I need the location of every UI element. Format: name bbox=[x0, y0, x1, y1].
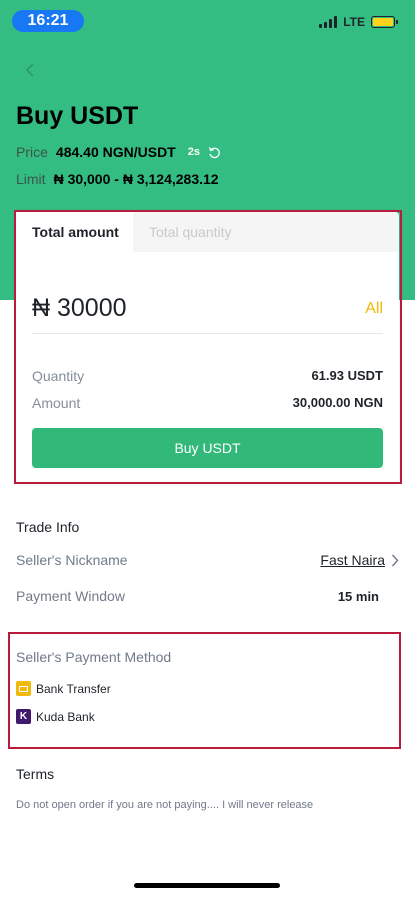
seller-nickname-row: Seller's Nickname Fast Naira bbox=[16, 552, 399, 568]
back-button[interactable] bbox=[18, 58, 42, 82]
order-card: Total amount Total quantity ₦ 30000 All … bbox=[16, 212, 399, 482]
payment-method-title: Seller's Payment Method bbox=[16, 649, 172, 665]
amount-row: Amount 30,000.00 NGN bbox=[32, 395, 383, 411]
chevron-right-icon bbox=[391, 554, 399, 566]
home-indicator[interactable] bbox=[134, 883, 280, 888]
terms-text: Do not open order if you are not paying.… bbox=[16, 799, 314, 811]
price-label: Price bbox=[16, 144, 48, 160]
battery-icon bbox=[371, 16, 398, 28]
status-icons: LTE bbox=[319, 14, 398, 30]
payment-window-row: Payment Window 15 min bbox=[16, 588, 399, 604]
payment-window-label: Payment Window bbox=[16, 588, 125, 604]
tab-total-quantity[interactable]: Total quantity bbox=[133, 212, 293, 252]
tab-total-amount[interactable]: Total amount bbox=[16, 212, 133, 252]
seller-nickname-value[interactable]: Fast Naira bbox=[320, 552, 385, 568]
quantity-value: 61.93 USDT bbox=[311, 368, 383, 383]
limit-label: Limit bbox=[16, 171, 46, 187]
amount-label: Amount bbox=[32, 395, 81, 411]
network-label: LTE bbox=[343, 15, 365, 29]
price-row: Price 484.40 NGN/USDT 2s bbox=[16, 144, 221, 160]
payment-method-kuda-bank: K Kuda Bank bbox=[16, 709, 95, 724]
amount-input-row[interactable]: ₦ 30000 All bbox=[32, 284, 383, 334]
trade-info-title: Trade Info bbox=[16, 519, 80, 535]
buy-usdt-button[interactable]: Buy USDT bbox=[32, 428, 383, 468]
seller-nickname-label: Seller's Nickname bbox=[16, 552, 128, 568]
price-value: 484.40 NGN/USDT bbox=[55, 144, 176, 160]
status-time: 16:21 bbox=[12, 10, 84, 32]
limit-value: ₦ 30,000 - ₦ 3,124,283.12 bbox=[53, 171, 219, 187]
chevron-left-icon bbox=[25, 63, 34, 77]
signal-icon bbox=[319, 16, 338, 28]
all-button[interactable]: All bbox=[365, 300, 383, 318]
payment-window-value: 15 min bbox=[337, 588, 379, 604]
kuda-bank-icon: K bbox=[16, 709, 31, 724]
amount-input[interactable]: ₦ 30000 bbox=[32, 294, 127, 323]
seller-nickname-link[interactable]: Fast Naira bbox=[320, 552, 399, 568]
price-timer: 2s bbox=[187, 146, 200, 158]
payment-method-label: Bank Transfer bbox=[36, 681, 111, 696]
amount-tabs: Total amount Total quantity bbox=[16, 212, 399, 252]
amount-value: 30,000.00 NGN bbox=[292, 395, 383, 410]
limit-row: Limit ₦ 30,000 - ₦ 3,124,283.12 bbox=[16, 171, 219, 187]
payment-method-label: Kuda Bank bbox=[36, 709, 95, 724]
bank-transfer-icon bbox=[16, 681, 31, 696]
payment-method-bank-transfer: Bank Transfer bbox=[16, 681, 111, 696]
quantity-row: Quantity 61.93 USDT bbox=[32, 368, 383, 384]
refresh-icon[interactable] bbox=[208, 146, 221, 159]
terms-title: Terms bbox=[16, 766, 55, 782]
page-title: Buy USDT bbox=[16, 102, 139, 130]
quantity-label: Quantity bbox=[32, 368, 85, 384]
